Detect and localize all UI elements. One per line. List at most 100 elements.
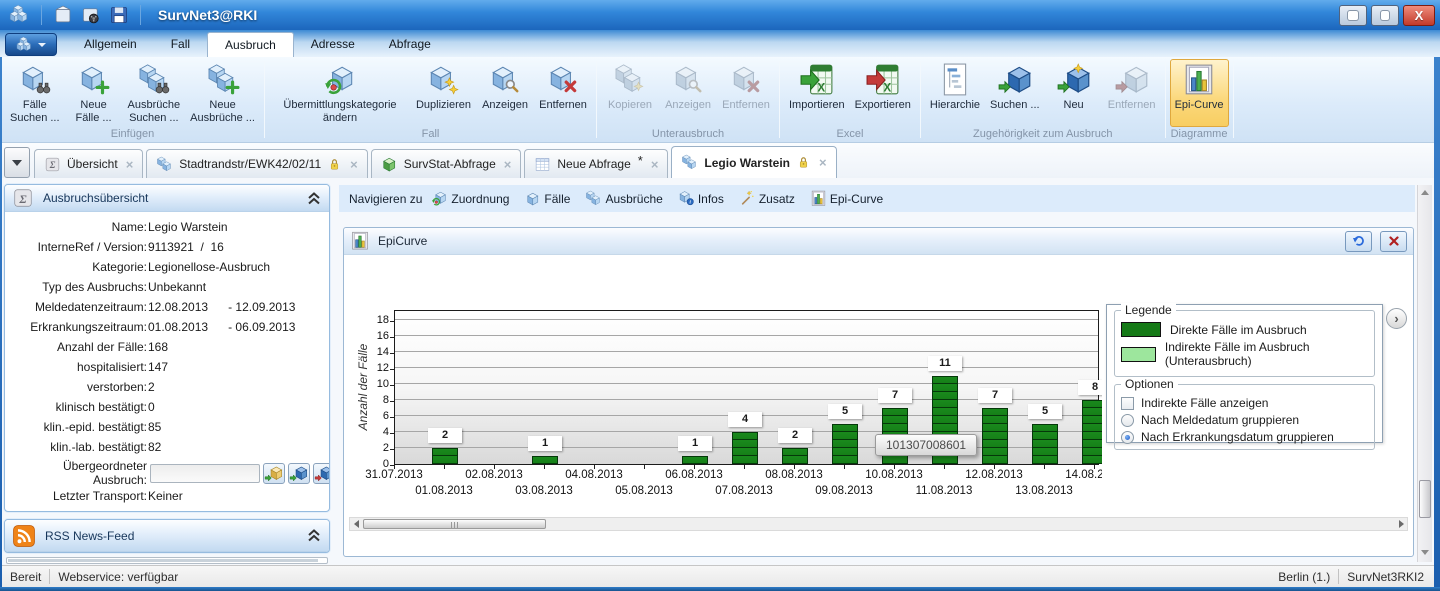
doc-tab--bersicht[interactable]: ΣÜbersicht× (34, 149, 143, 178)
cubes-icon (681, 154, 698, 171)
scroll-right-arrow[interactable] (1395, 518, 1407, 530)
ribbon-button-entfernen[interactable]: Entfernen (534, 59, 592, 127)
ribbon-tab-adresse[interactable]: Adresse (294, 32, 372, 56)
field-label: Meldedatenzeitraum: (9, 300, 147, 314)
ribbon-group-label: Excel (781, 128, 919, 140)
scrollbar-thumb[interactable] (1419, 480, 1431, 518)
bar-01.08.2013[interactable] (432, 448, 458, 464)
close-tab-icon[interactable]: × (126, 157, 134, 172)
ribbon-tab-abfrage[interactable]: Abfrage (372, 32, 448, 56)
outbreak-overview-header[interactable]: Σ Ausbruchsübersicht (5, 185, 329, 212)
scrollbar-thumb[interactable] (363, 519, 546, 529)
ribbon-button-neue-ausbr-che[interactable]: Neue Ausbrüche ... (185, 59, 260, 127)
main-area: Navigieren zuZuordnungFälleAusbrücheiInf… (332, 178, 1419, 565)
nav-item-flle[interactable]: Fälle (524, 190, 570, 207)
ribbon-tab-allgemein[interactable]: Allgemein (67, 32, 154, 56)
bar-09.08.2013[interactable] (832, 424, 858, 464)
ribbon-button-anzeigen[interactable]: Anzeigen (476, 59, 534, 127)
window-title: SurvNet3@RKI (158, 7, 257, 23)
rss-panel-header[interactable]: RSS News-Feed (5, 520, 329, 552)
ribbon-button--bermittlungskategorie-ndern[interactable]: Übermittlungskategorie ändern (269, 59, 411, 127)
collapse-chevron-icon[interactable] (306, 529, 322, 542)
bar-12.08.2013[interactable] (982, 408, 1008, 464)
nav-item-zuordnung[interactable]: Zuordnung (431, 190, 509, 207)
ribbon-group-2: Übermittlungskategorie ändernDuplizieren… (266, 57, 595, 142)
bar-value-label: 2 (428, 428, 462, 443)
x-tick-mark (444, 465, 445, 469)
scroll-up-arrow[interactable] (1421, 190, 1429, 195)
doc-tab-neue-abfrage[interactable]: Neue Abfrage*× (524, 149, 668, 178)
ribbon-button-importieren[interactable]: XImportieren (784, 59, 850, 127)
ribbon-group-4: XImportierenXExportierenExcel (781, 57, 919, 142)
epicurve-chart[interactable]: Anzahl der Fälle 211425711758 1013070086… (345, 255, 1102, 513)
close-tab-icon[interactable]: × (651, 157, 659, 172)
close-tab-icon[interactable]: × (350, 157, 358, 172)
last-transport-value: Keiner (147, 489, 325, 503)
ribbon-tab-fall[interactable]: Fall (154, 32, 207, 56)
parent-outbreak-input[interactable] (150, 464, 260, 483)
status-webservice: Webservice: verfügbar (58, 570, 178, 584)
cubes-icon (156, 156, 173, 173)
restore-button[interactable] (1371, 5, 1399, 26)
bar-14.08.2013[interactable] (1082, 400, 1102, 464)
y-tick-label: 10 (367, 378, 389, 390)
x-tick-label: 10.08.2013 (857, 469, 931, 481)
doc-tab-legio-warstein[interactable]: Legio Warstein× (671, 146, 836, 178)
y-tick-label: 16 (367, 330, 389, 342)
ribbon-button-neue-f-lle[interactable]: Neue Fälle ... (65, 59, 123, 127)
nav-item-ausbrche[interactable]: Ausbrüche (585, 190, 662, 207)
radio-button[interactable] (1121, 431, 1134, 444)
x-tick-mark (1044, 465, 1045, 469)
close-tab-icon[interactable]: × (504, 157, 512, 172)
ribbon-button-hierarchie[interactable]: Hierarchie (925, 59, 985, 127)
field-value: Legio Warstein (147, 220, 325, 234)
bar-03.08.2013[interactable] (532, 456, 558, 464)
ribbon-button-neu[interactable]: Neu (1045, 59, 1103, 127)
new-record-icon[interactable] (52, 4, 74, 26)
sidebar-horizontal-scrollbar[interactable] (6, 557, 328, 564)
nav-item-epicurve[interactable]: Epi-Curve (810, 190, 883, 207)
ribbon-button-suchen[interactable]: Suchen ... (985, 59, 1045, 127)
legend-expand-button[interactable]: › (1386, 308, 1407, 329)
nav-item-infos[interactable]: iInfos (678, 190, 724, 207)
nav-item-zusatz[interactable]: Zusatz (739, 190, 795, 207)
save-icon[interactable] (108, 4, 130, 26)
cube-search-icon (18, 63, 52, 97)
tab-list-dropdown-button[interactable] (4, 147, 30, 178)
legend-panel: Legende Direkte Fälle im AusbruchIndirek… (1106, 304, 1383, 443)
ribbon-button-entfernen: Entfernen (1103, 59, 1161, 127)
bar-07.08.2013[interactable] (732, 432, 758, 464)
maximize-button[interactable] (1339, 5, 1367, 26)
ribbon-button-kopieren: Kopieren (601, 59, 659, 127)
scroll-left-arrow[interactable] (350, 518, 362, 530)
import-blue-button[interactable] (288, 463, 310, 484)
overview-row: klin.-epid. bestätigt:85 (9, 417, 325, 437)
ribbon-button-f-lle-suchen[interactable]: Fälle Suchen ... (5, 59, 65, 127)
collapse-chevron-icon[interactable] (306, 192, 322, 205)
doc-tab-survstat-abfrage[interactable]: SurvStat-Abfrage× (371, 149, 522, 178)
ribbon-button-ausbr-che-suchen[interactable]: Ausbrüche Suchen ... (123, 59, 186, 127)
ribbon-button-exportieren[interactable]: XExportieren (850, 59, 916, 127)
bar-13.08.2013[interactable] (1032, 424, 1058, 464)
scroll-down-arrow[interactable] (1421, 550, 1429, 555)
legend-swatch (1121, 322, 1161, 337)
ribbon-button-duplizieren[interactable]: Duplizieren (411, 59, 476, 127)
ribbon-button-epi-curve[interactable]: Epi-Curve (1170, 59, 1229, 127)
chart-horizontal-scrollbar[interactable] (349, 517, 1408, 531)
indirect-cases-checkbox[interactable] (1121, 397, 1134, 410)
close-tab-icon[interactable]: × (819, 155, 827, 170)
app-menu-button[interactable] (5, 33, 57, 56)
close-button[interactable]: X (1403, 5, 1435, 26)
doc-tab-stadtrandstr-ewk42-02-11[interactable]: Stadtrandstr/EWK42/02/11× (146, 149, 367, 178)
import-gold-button[interactable] (263, 463, 285, 484)
close-chart-button[interactable] (1380, 231, 1407, 252)
bar-06.08.2013[interactable] (682, 456, 708, 464)
refresh-button[interactable] (1345, 231, 1372, 252)
ribbon-tab-ausbruch[interactable]: Ausbruch (207, 32, 294, 57)
bar-08.08.2013[interactable] (782, 448, 808, 464)
export-red-button[interactable] (313, 463, 330, 484)
radio-button[interactable] (1121, 414, 1134, 427)
chart-icon (350, 231, 370, 251)
open-record-icon[interactable] (80, 4, 102, 26)
main-vertical-scrollbar[interactable] (1417, 185, 1432, 562)
